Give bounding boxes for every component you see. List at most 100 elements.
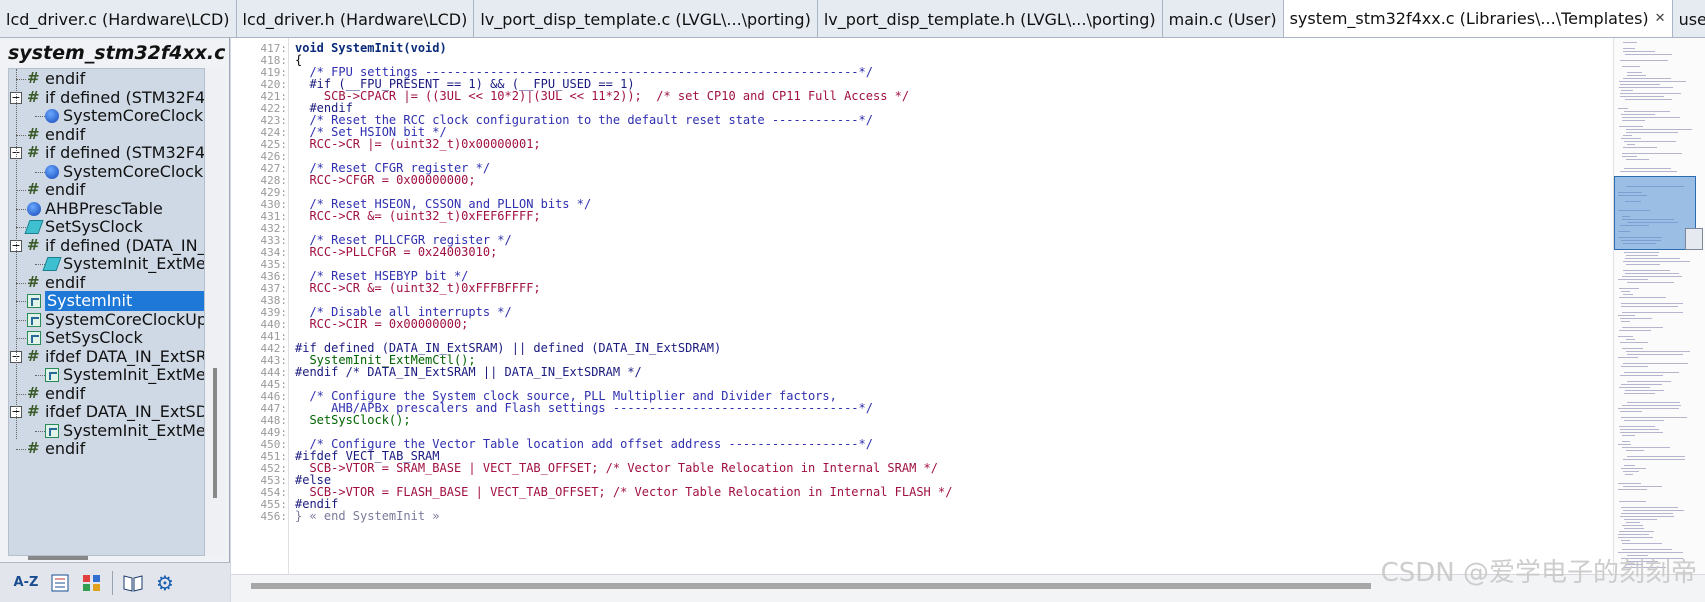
- symbol-tree[interactable]: # endif − # if defined (STM32F40 SystemCoreCl…: [8, 68, 205, 556]
- minimap-line: [1619, 126, 1643, 127]
- minimap-line: [1626, 264, 1660, 265]
- code-line[interactable]: } « end SystemInit »: [295, 510, 440, 523]
- tab-main-c[interactable]: main.c (User): [1162, 0, 1284, 37]
- tree-item-label: SystemCoreClockUpc: [45, 309, 205, 329]
- tab-label: lcd_driver.h (Hardware\LCD): [242, 9, 468, 29]
- minimap-viewport[interactable]: [1614, 176, 1696, 250]
- tab-lcd-driver-h[interactable]: lcd_driver.h (Hardware\LCD): [236, 0, 475, 37]
- minimap-line: [1622, 156, 1637, 157]
- tree-item[interactable]: − # if defined (STM32F41: [9, 143, 204, 163]
- tab-lv-port-disp-template-h[interactable]: lv_port_disp_template.h (LVGL\...\portin…: [817, 0, 1163, 37]
- minimap-line: [1623, 261, 1690, 262]
- code-line[interactable]: SCB->CPACR |= ((3UL << 10*2)|(3UL << 11*…: [295, 90, 909, 103]
- code-editor[interactable]: 417: 418: 419: 420: 421: 422: 423: 424: 425: 426:…: [231, 38, 1705, 574]
- minimap-line: [1623, 510, 1684, 511]
- tree-item[interactable]: SystemInit_ExtMen: [9, 421, 204, 441]
- settings-icon[interactable]: ⚙: [153, 571, 177, 595]
- minimap-line: [1618, 279, 1648, 280]
- tree-item[interactable]: SetSysClock: [9, 217, 204, 237]
- tab-lcd-driver-c[interactable]: lcd_driver.c (Hardware\LCD): [0, 0, 237, 37]
- minimap-line: [1624, 372, 1679, 373]
- minimap-line: [1626, 522, 1640, 523]
- code-line[interactable]: RCC->CR &= (uint32_t)0xFEF6FFFF;: [295, 210, 540, 223]
- tree-item[interactable]: SetSysClock: [9, 328, 204, 348]
- minimap-line: [1624, 519, 1657, 520]
- minimap-line: [1620, 318, 1652, 319]
- code-minimap[interactable]: [1613, 38, 1705, 574]
- tab-lv-port-disp-template-c[interactable]: lv_port_disp_template.c (LVGL\...\portin…: [474, 0, 818, 37]
- book-icon[interactable]: [121, 571, 145, 595]
- tree-item-label: SystemCoreClock: [63, 161, 204, 181]
- function-icon: [27, 294, 41, 308]
- tree-item[interactable]: SystemInit: [9, 291, 204, 311]
- watermark: CSDN @爱学电子的刻刻帝: [1380, 558, 1697, 588]
- minimap-line: [1618, 357, 1638, 358]
- minimap-line: [1624, 393, 1655, 394]
- tree-item[interactable]: AHBPrescTable: [9, 199, 204, 219]
- tree-item[interactable]: SystemInit_ExtMem: [9, 254, 204, 274]
- tree-item[interactable]: # endif: [9, 384, 204, 404]
- tree-item[interactable]: SystemCoreClock: [9, 106, 204, 126]
- sort-az-icon[interactable]: A-Z: [12, 571, 40, 595]
- code-line[interactable]: void SystemInit(void): [295, 42, 447, 55]
- minimap-line: [1619, 297, 1666, 298]
- minimap-line: [1621, 513, 1673, 514]
- tree-item[interactable]: # endif: [9, 273, 204, 293]
- category-icon[interactable]: [80, 571, 104, 595]
- tree-item[interactable]: # endif: [9, 69, 204, 89]
- minimap-line: [1622, 405, 1681, 406]
- code-line[interactable]: SCB->VTOR = SRAM_BASE | VECT_TAB_OFFSET;…: [295, 462, 938, 475]
- tree-horizontal-scrollbar[interactable]: [28, 556, 88, 560]
- hash-icon: #: [27, 143, 40, 161]
- tree-item[interactable]: # endif: [9, 180, 204, 200]
- list-view-icon[interactable]: [48, 571, 72, 595]
- tree-item-label: ifdef DATA_IN_ExtSRA: [45, 346, 205, 366]
- scrollbar-thumb[interactable]: [213, 368, 217, 498]
- minimap-line: [1623, 294, 1633, 295]
- tree-connector: [16, 449, 26, 450]
- tree-item[interactable]: − # ifdef DATA_IN_ExtSRA: [9, 346, 205, 367]
- minimap-line: [1627, 381, 1671, 382]
- minimap-line: [1622, 120, 1645, 121]
- tab-label: user_heart.c (: [1678, 9, 1705, 29]
- close-tab-icon[interactable]: ✕: [1655, 11, 1666, 26]
- code-line[interactable]: RCC->CIR = 0x00000000;: [295, 318, 468, 331]
- code-line[interactable]: #endif /* DATA_IN_ExtSRAM || DATA_IN_Ext…: [295, 366, 642, 379]
- tree-item[interactable]: SystemInit_ExtMen: [9, 365, 204, 385]
- code-line[interactable]: RCC->PLLCFGR = 0x24003010;: [295, 246, 497, 259]
- tab-label: main.c (User): [1168, 9, 1277, 29]
- variable-icon: [27, 201, 41, 216]
- tree-item[interactable]: − # if defined (STM32F40: [9, 88, 204, 108]
- minimap-line: [1619, 387, 1650, 388]
- minimap-scroll-knob[interactable]: [1685, 228, 1703, 250]
- tree-item[interactable]: # endif: [9, 439, 204, 459]
- code-line[interactable]: SCB->VTOR = FLASH_BASE | VECT_TAB_OFFSET…: [295, 486, 952, 499]
- variable-icon: [45, 109, 59, 123]
- tree-item[interactable]: − # if defined (DATA_IN_E: [9, 236, 204, 256]
- code-line[interactable]: RCC->CFGR = 0x00000000;: [295, 174, 475, 187]
- minimap-line: [1623, 471, 1639, 472]
- code-line[interactable]: RCC->CR |= (uint32_t)0x00000001;: [295, 138, 540, 151]
- minimap-line: [1621, 291, 1630, 292]
- tab-user-heart-c[interactable]: user_heart.c (: [1672, 0, 1705, 37]
- minimap-line: [1618, 315, 1635, 316]
- tree-connector: [16, 282, 26, 284]
- tree-vertical-scrollbar[interactable]: [205, 68, 225, 556]
- code-line[interactable]: SetSysClock();: [295, 414, 410, 427]
- minimap-line: [1624, 528, 1644, 529]
- minimap-line: [1620, 516, 1674, 517]
- tree-item[interactable]: SystemCoreClockUpc: [9, 309, 205, 330]
- minimap-line: [1618, 444, 1631, 445]
- minimap-line: [1618, 534, 1649, 535]
- tree-item[interactable]: SystemCoreClock: [9, 161, 204, 182]
- function-icon: [27, 312, 41, 327]
- tree-item[interactable]: # endif: [9, 125, 204, 145]
- tab-system-stm32f4xx-c[interactable]: system_stm32f4xx.c (Libraries\...\Templa…: [1283, 0, 1673, 37]
- minimap-line: [1620, 342, 1648, 343]
- code-line[interactable]: RCC->CR &= (uint32_t)0xFFFBFFFF;: [295, 282, 540, 295]
- panel-title: system_stm32f4xx.c: [8, 42, 226, 64]
- minimap-line: [1618, 483, 1641, 484]
- tree-item-label: SystemInit: [45, 291, 204, 311]
- scrollbar-thumb[interactable]: [251, 583, 1371, 589]
- tree-item[interactable]: − # ifdef DATA_IN_ExtSDF: [9, 402, 204, 422]
